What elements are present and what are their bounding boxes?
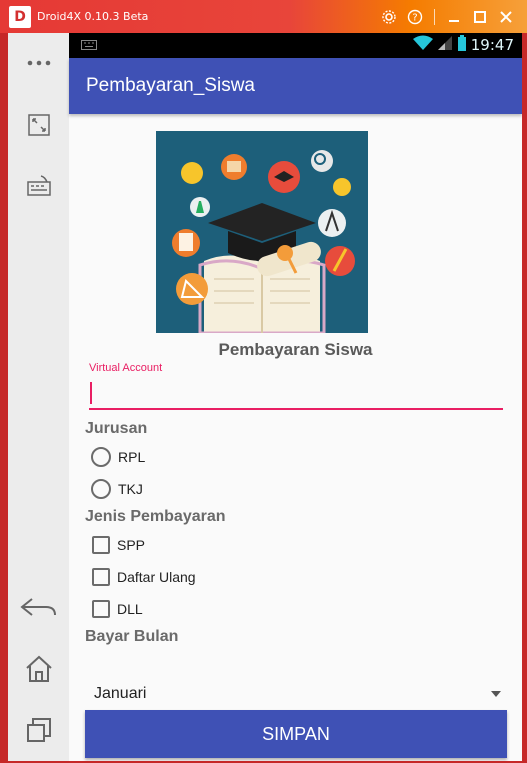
radio-rpl[interactable]: RPL xyxy=(91,445,145,469)
svg-text:?: ? xyxy=(412,12,417,23)
title-separator xyxy=(434,8,435,25)
battery-icon xyxy=(457,35,467,55)
status-time: 19:47 xyxy=(470,36,514,54)
dropdown-arrow-icon xyxy=(491,691,501,697)
spinner-selected-value: Januari xyxy=(94,685,147,702)
more-icon[interactable] xyxy=(8,49,69,77)
app-title: Pembayaran_Siswa xyxy=(86,75,255,96)
virtual-account-input[interactable] xyxy=(89,376,503,410)
keyboard-icon xyxy=(81,40,97,53)
android-screen: 19:47 Pembayaran_Siswa Pembayaran Siswa … xyxy=(69,33,522,761)
home-icon[interactable] xyxy=(8,653,69,685)
emulator-title-bar: D Droid4X 0.10.3 Beta ? xyxy=(0,0,527,33)
back-icon[interactable] xyxy=(8,593,69,623)
close-icon[interactable] xyxy=(493,0,519,33)
education-illustration xyxy=(156,131,368,333)
checkbox-dll[interactable]: DLL xyxy=(91,597,143,621)
gear-icon[interactable] xyxy=(376,0,402,33)
bayar-bulan-label: Bayar Bulan xyxy=(85,628,179,645)
keyboard-map-icon[interactable] xyxy=(8,170,69,200)
app-bar: Pembayaran_Siswa xyxy=(69,58,522,114)
wifi-icon xyxy=(412,35,433,55)
checkbox-daftar-ulang[interactable]: Daftar Ulang xyxy=(91,565,196,589)
checkbox-spp[interactable]: SPP xyxy=(91,533,145,557)
window-border-left xyxy=(0,33,8,763)
checkbox[interactable] xyxy=(92,568,110,586)
maximize-icon[interactable] xyxy=(467,0,493,33)
radio-tkj[interactable]: TKJ xyxy=(91,477,143,501)
jenis-pembayaran-label: Jenis Pembayaran xyxy=(85,508,226,525)
minimize-icon[interactable] xyxy=(441,0,467,33)
checkbox[interactable] xyxy=(92,600,110,618)
virtual-account-label: Virtual Account xyxy=(89,362,163,374)
status-bar: 19:47 xyxy=(69,33,522,58)
emulator-title: Droid4X 0.10.3 Beta xyxy=(37,10,149,23)
checkbox-label: SPP xyxy=(117,537,146,553)
jurusan-label: Jurusan xyxy=(85,420,148,437)
text-cursor xyxy=(90,382,92,404)
checkbox-label: DLL xyxy=(117,601,143,617)
emulator-sidebar xyxy=(8,33,69,761)
recent-apps-icon[interactable] xyxy=(8,715,69,745)
droid4x-logo: D xyxy=(9,5,31,28)
radio-button[interactable] xyxy=(91,447,111,467)
window-border-right xyxy=(522,33,527,763)
simpan-button[interactable]: SIMPAN xyxy=(85,710,507,758)
radio-button[interactable] xyxy=(91,479,111,499)
form-heading: Pembayaran Siswa xyxy=(218,340,373,359)
radio-label: RPL xyxy=(118,449,146,465)
fullscreen-icon[interactable] xyxy=(8,110,69,140)
signal-icon xyxy=(437,35,453,55)
checkbox[interactable] xyxy=(92,536,110,554)
help-icon[interactable]: ? xyxy=(402,0,428,33)
radio-label: TKJ xyxy=(118,481,143,497)
checkbox-label: Daftar Ulang xyxy=(117,569,196,585)
bayar-bulan-spinner[interactable]: Januari xyxy=(85,682,503,706)
form-content: Pembayaran Siswa Virtual Account Jurusan… xyxy=(69,114,522,761)
